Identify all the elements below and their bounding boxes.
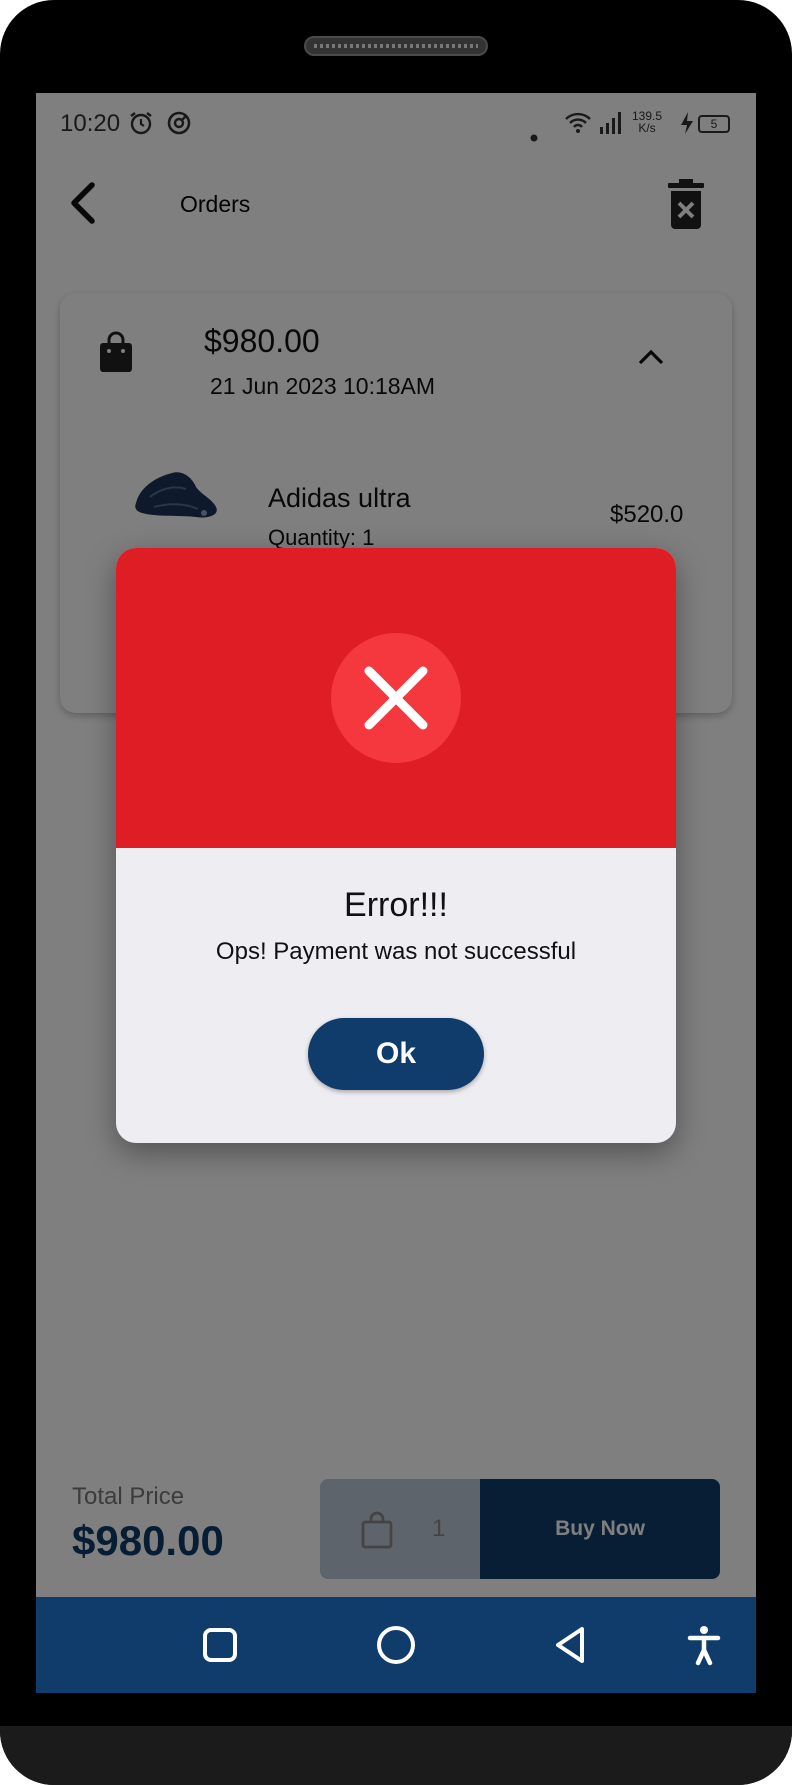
- square-icon: [203, 1628, 237, 1662]
- dialog-message: Ops! Payment was not successful: [215, 938, 577, 965]
- speaker-grille: [304, 36, 488, 56]
- home-button[interactable]: [372, 1621, 420, 1669]
- circle-icon: [377, 1626, 415, 1664]
- ok-button[interactable]: Ok: [308, 1018, 484, 1090]
- bottom-bezel: [0, 1726, 792, 1785]
- dialog-title: Error!!!: [344, 886, 448, 924]
- system-nav-bar: [36, 1597, 756, 1693]
- recents-button[interactable]: [196, 1621, 244, 1669]
- error-dialog: Error!!! Ops! Payment was not successful…: [116, 548, 676, 1143]
- triangle-back-icon: [556, 1627, 584, 1663]
- error-icon: [331, 633, 461, 763]
- accessibility-button[interactable]: [680, 1621, 728, 1669]
- screen: 10:20 139.5K/s 5: [36, 93, 756, 1693]
- phone-frame: 10:20 139.5K/s 5: [0, 0, 792, 1785]
- accessibility-icon: [687, 1626, 721, 1666]
- dialog-header: [116, 548, 676, 848]
- system-back-button[interactable]: [548, 1621, 596, 1669]
